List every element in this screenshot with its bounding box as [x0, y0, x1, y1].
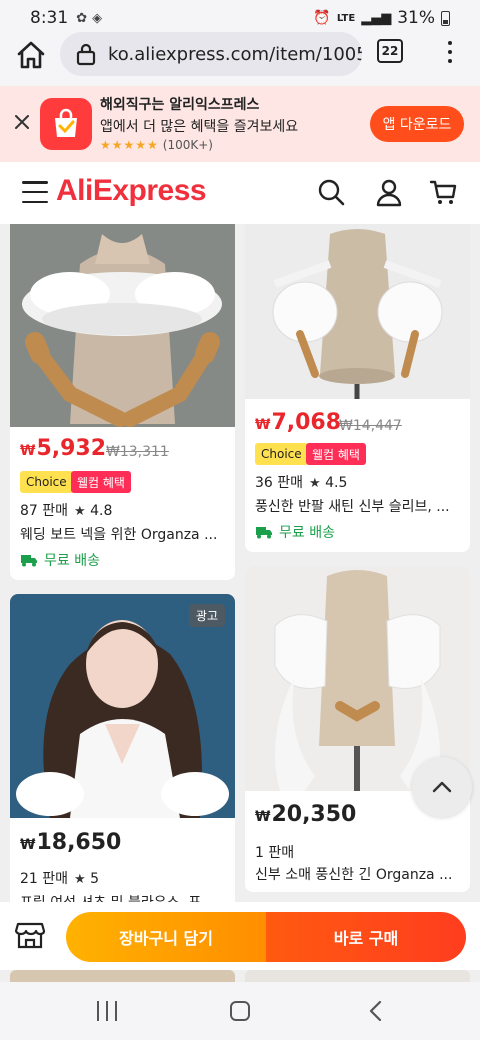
product-price: ₩5,932: [20, 436, 107, 461]
product-price: ₩18,650: [20, 830, 122, 855]
product-image[interactable]: [10, 224, 235, 427]
product-title[interactable]: 웨딩 보트 넥을 위한 Organza ...: [20, 524, 225, 544]
product-rating: 5: [90, 871, 100, 887]
shopping-bag-icon: [55, 108, 77, 137]
search-icon[interactable]: [316, 177, 346, 207]
product-card[interactable]: ₩5,932 ₩13,311 Choice 웰컴 혜택 87 판매 ★ 4.8 웨…: [10, 224, 235, 580]
ad-badge: 광고: [188, 604, 225, 627]
browser-toolbar: ko.aliexpress.com/item/1005 22: [0, 32, 480, 86]
sold-count: 87 판매 ★ 4.8: [20, 503, 113, 519]
recent-apps-icon[interactable]: [97, 1001, 117, 1021]
status-right: ⏰ LTE ▂▄▆ 31%: [313, 8, 450, 28]
chevron-up-icon: [432, 781, 452, 793]
product-card[interactable]: ₩20,350 1 판매 신부 소매 풍신한 긴 Organza ...: [245, 566, 470, 892]
lock-icon: [76, 43, 96, 66]
banner-subtitle: 앱에서 더 많은 혜택을 즐겨보세요: [100, 119, 299, 135]
truck-icon: [256, 527, 272, 539]
free-shipping: 무료 배송: [255, 522, 335, 542]
truck-icon: [21, 555, 37, 567]
original-price: ₩13,311: [106, 444, 169, 460]
cart-icon[interactable]: [428, 177, 458, 207]
notification-icons: ✿ ◈: [76, 11, 102, 26]
product-price: ₩7,068: [255, 410, 342, 435]
purchase-action-bar: 장바구니 담기 바로 구매: [0, 902, 480, 970]
banner-rating: ★★★★★ (100K+): [100, 138, 213, 152]
product-title[interactable]: 풍신한 반팔 새틴 신부 슬리브, ...: [255, 496, 460, 516]
star-icon: ★: [74, 504, 86, 519]
battery-percent: 31%: [397, 8, 435, 28]
gear-notification-icon: ✿: [76, 10, 88, 26]
back-icon[interactable]: [366, 1000, 386, 1022]
lte-icon: LTE: [336, 12, 356, 24]
aliexpress-app-icon: [40, 98, 92, 150]
close-icon[interactable]: [12, 112, 32, 132]
choice-badge: Choice: [255, 443, 308, 465]
welcome-badge: 웰컴 혜택: [306, 443, 366, 465]
sold-count: 36 판매 ★ 4.5: [255, 475, 348, 491]
status-bar: 8:31 ✿ ◈ ⏰ LTE ▂▄▆ 31%: [0, 0, 480, 36]
choice-badge: Choice: [20, 471, 73, 493]
system-navigation-bar: [0, 982, 480, 1040]
overflow-menu-icon[interactable]: [440, 38, 460, 66]
sold-count: 21 판매 ★ 5: [20, 871, 100, 887]
battery-icon: [441, 10, 450, 26]
welcome-badge: 웰컴 혜택: [71, 471, 131, 493]
free-shipping: 무료 배송: [20, 550, 100, 570]
product-title[interactable]: 신부 소매 풍신한 긴 Organza ...: [255, 864, 460, 884]
app-install-banner: 해외직구는 알리익스프레스 앱에서 더 많은 혜택을 즐겨보세요 ★★★★★ (…: [0, 86, 480, 162]
product-rating: 4.8: [90, 503, 113, 519]
buy-now-button[interactable]: 바로 구매: [266, 912, 466, 962]
address-bar[interactable]: ko.aliexpress.com/item/1005: [60, 32, 362, 76]
next-product-peek: [245, 970, 470, 982]
banner-title: 해외직구는 알리익스프레스: [100, 97, 260, 113]
star-icon: ★: [309, 476, 321, 491]
hamburger-menu-icon[interactable]: [22, 181, 48, 203]
status-time: 8:31: [30, 8, 69, 28]
tab-switcher-button[interactable]: 22: [377, 39, 403, 63]
next-product-peek: [10, 970, 235, 982]
home-nav-icon[interactable]: [230, 1001, 250, 1021]
rating-count: (100K+): [162, 138, 213, 152]
home-icon[interactable]: [14, 38, 48, 72]
product-image[interactable]: [10, 594, 235, 818]
shield-notification-icon: ◈: [92, 10, 103, 26]
site-header: AliExpress: [0, 162, 480, 224]
alarm-icon: ⏰: [313, 10, 331, 26]
product-card[interactable]: 광고 ₩18,650 21 판매★ 5 프릴 여성 셔츠 및 블라우스, 표: [10, 594, 235, 924]
product-rating: 4.5: [325, 475, 348, 491]
star-icon: ★: [74, 872, 86, 887]
original-price: ₩14,447: [339, 418, 402, 434]
scroll-to-top-button[interactable]: [412, 757, 472, 817]
aliexpress-logo[interactable]: AliExpress: [56, 174, 207, 208]
product-card[interactable]: ₩7,068 ₩14,447 Choice 웰컴 혜택 36 판매 ★ 4.5 풍…: [245, 224, 470, 552]
sold-count: 1 판매: [255, 845, 295, 861]
account-icon[interactable]: [374, 177, 404, 207]
app-download-button[interactable]: 앱 다운로드: [370, 106, 464, 142]
url-text: ko.aliexpress.com/item/1005: [108, 43, 362, 65]
product-price: ₩20,350: [255, 802, 357, 827]
product-image[interactable]: [245, 224, 470, 399]
star-rating-icon: ★★★★★: [100, 138, 159, 152]
store-icon[interactable]: [14, 920, 46, 950]
signal-icon: ▂▄▆: [361, 10, 392, 26]
add-to-cart-button[interactable]: 장바구니 담기: [66, 912, 266, 962]
